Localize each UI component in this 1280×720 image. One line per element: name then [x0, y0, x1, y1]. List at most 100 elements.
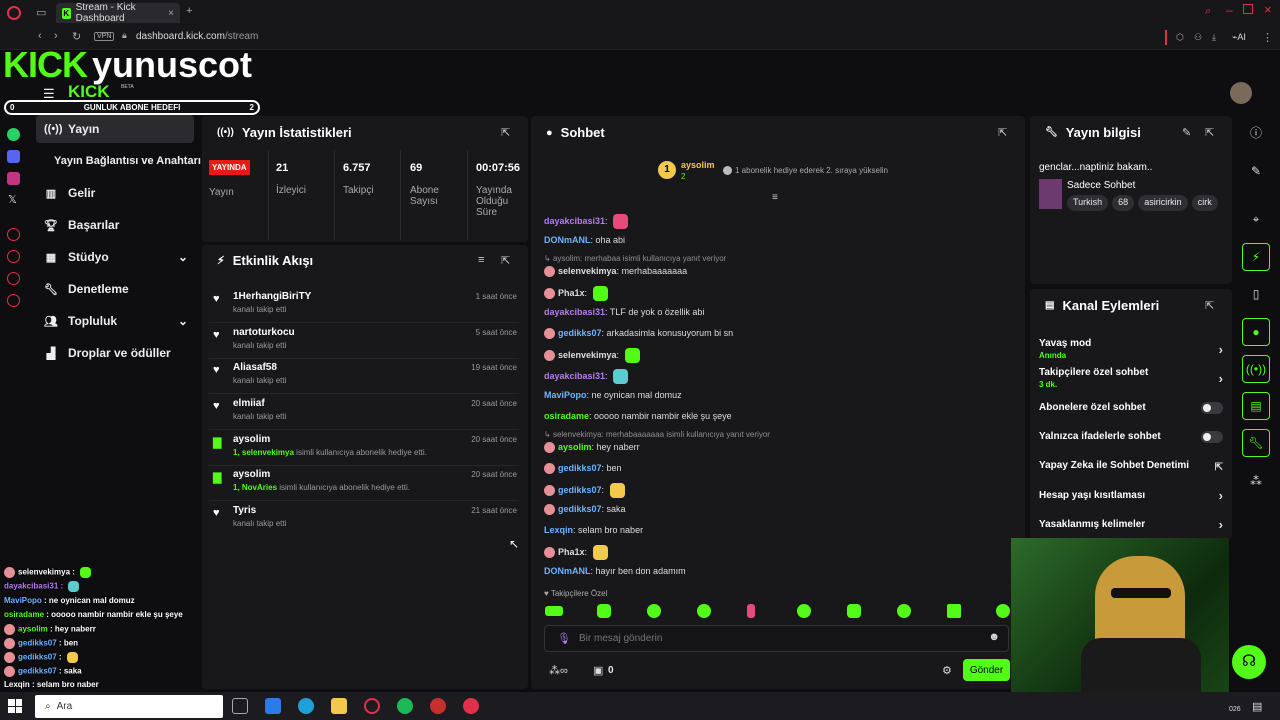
wrench-icon[interactable]: 🔧︎ [1242, 429, 1270, 457]
explorer-icon[interactable] [331, 698, 347, 714]
banned-words-row[interactable]: Yasaklanmış kelimeler › [1039, 517, 1229, 532]
chat-message[interactable]: dayakcibasi31: [544, 214, 629, 229]
chat-message[interactable]: dayakcibasi31: TLF de yok o özellik abi [544, 307, 704, 317]
ai-button[interactable]: ⌁AI [1232, 32, 1246, 43]
lock-icon[interactable]: 🔒︎ [122, 30, 127, 41]
edge-icon[interactable] [298, 698, 314, 714]
taskbar-search[interactable]: ⌕ Ara [35, 695, 223, 718]
close-tab-icon[interactable]: × [168, 8, 174, 19]
popout-icon[interactable]: ⇱ [1205, 299, 1214, 312]
emote-icon[interactable] [797, 604, 811, 618]
popout-icon[interactable]: ⇱ [501, 254, 510, 267]
sidebar-item-topluluk[interactable]: 👥︎ Topluluk ⌄ [36, 307, 194, 335]
category-thumbnail[interactable] [1039, 179, 1062, 209]
chat-message[interactable]: gedikks07: saka [544, 504, 626, 516]
new-tab-icon[interactable]: + [186, 5, 192, 17]
document-icon[interactable]: ▯ [1242, 280, 1270, 308]
chat-message[interactable]: gedikks07: [544, 483, 625, 498]
points-icon[interactable]: ⁂∞ [549, 664, 568, 677]
emote-icon[interactable] [996, 604, 1010, 618]
extension-icon[interactable]: ⬡ [1176, 32, 1184, 43]
x-icon[interactable]: 𝕏 [8, 193, 17, 206]
chat-message[interactable]: Lexqin: selam bro naber [544, 525, 643, 535]
broadcast-icon[interactable]: ((•)) [1242, 355, 1270, 383]
activity-row[interactable]: ♥ nartoturkocu kanalı takip etti 5 saat önc… [209, 323, 519, 359]
sidebar-item-gelir[interactable]: ▥ Gelir [36, 179, 194, 207]
emote-icon[interactable] [897, 604, 911, 618]
mic-icon[interactable]: 🎙︎ [557, 632, 571, 645]
menu-icon[interactable]: ⋮ [1262, 31, 1273, 44]
windows-start-icon[interactable] [8, 699, 22, 713]
emote-icon[interactable] [545, 606, 563, 616]
chat-message[interactable]: gedikks07: arkadasimla konusuyorum bi sn [544, 328, 733, 340]
top-gifter-name[interactable]: aysolim [681, 160, 715, 170]
discord-icon[interactable] [7, 150, 20, 163]
obs-icon[interactable] [463, 698, 479, 714]
spotify-icon[interactable] [397, 698, 413, 714]
settings-side-icon[interactable] [7, 294, 20, 307]
account-age-row[interactable]: Hesap yaşı kısıtlaması › [1039, 488, 1229, 503]
activity-row[interactable]: ♥ elmiiaf kanalı takip etti 20 saat önce [209, 394, 519, 430]
chat-message[interactable]: MaviPopo: ne oynican mal domuz [544, 390, 682, 400]
chat-message[interactable]: selenvekimya: merhabaaaaaaa [544, 266, 687, 278]
chat-message[interactable]: DONmANL: oha abi [544, 235, 625, 245]
emote-icon[interactable] [647, 604, 661, 618]
bolt-icon[interactable]: ⚡︎ [1242, 243, 1270, 271]
chat-message[interactable]: selenvekimya: [544, 348, 640, 363]
ai-moderation-row[interactable]: Yapay Zeka ile Sohbet Denetimi ⇱ [1039, 460, 1229, 473]
tag[interactable]: Turkish [1067, 195, 1109, 211]
chat-message[interactable]: Pha1x: [544, 545, 608, 560]
target-icon[interactable]: ⌖ [1242, 205, 1270, 233]
emote-icon[interactable] [947, 604, 961, 618]
headset-support-icon[interactable]: ☊ [1232, 645, 1266, 679]
opera-taskbar-icon[interactable] [364, 698, 380, 714]
reload-icon[interactable]: ↻ [72, 30, 81, 43]
actions-icon[interactable]: ▤ [1242, 392, 1270, 420]
activity-row[interactable]: ▇ aysolim 1, NovAries isimli kullanıcıya a… [209, 465, 519, 501]
tag[interactable]: cirk [1191, 195, 1218, 211]
notification-icon[interactable]: ▤ [1252, 700, 1262, 713]
pinned-toggle-icon[interactable]: ≡ [772, 192, 778, 203]
emote-icon[interactable] [847, 604, 861, 618]
info-icon[interactable]: ⓘ [1242, 118, 1270, 146]
forward-icon[interactable]: › [54, 30, 58, 42]
whatsapp-icon[interactable] [7, 128, 20, 141]
chat-input[interactable] [579, 630, 979, 647]
activity-row[interactable]: ♥ Aliasaf58 kanalı takip etti 19 saat önce [209, 358, 519, 394]
chat-settings-icon[interactable]: ⚙︎ [942, 664, 952, 677]
subs-only-toggle[interactable] [1201, 402, 1223, 414]
chat-message[interactable]: DONmANL: hayır ben don adamım [544, 566, 686, 576]
opera-side-icon[interactable] [7, 228, 20, 241]
emote-only-row[interactable]: Yalnızca ifadelerle sohbet [1039, 431, 1229, 443]
activity-row[interactable]: ♥ 1HerhangiBiriTY kanalı takip etti 1 saat … [209, 287, 519, 323]
emote-icon[interactable] [697, 604, 711, 618]
flow-icon[interactable] [7, 272, 20, 285]
sidebar-item-droplar[interactable]: ▟ Droplar ve ödüller [36, 339, 194, 367]
chat-icon[interactable]: ● [1242, 318, 1270, 346]
browser-tab[interactable]: K Stream - Kick Dashboard × [56, 2, 180, 24]
chat-message[interactable]: aysolim: hey naberr [544, 442, 640, 454]
slow-mode-row[interactable]: Yavaş mod Anında › [1039, 338, 1229, 360]
chat-message[interactable]: osiradame: ooooo nambir nambir ekle şu ş… [544, 411, 732, 421]
history-icon[interactable] [7, 250, 20, 263]
instagram-icon[interactable] [7, 172, 20, 185]
tag[interactable]: asiricirkin [1138, 195, 1188, 211]
emote-icon[interactable] [747, 604, 755, 618]
edit-icon[interactable]: ✎ [1182, 126, 1191, 139]
subs-only-row[interactable]: Abonelere özel sohbet [1039, 402, 1229, 414]
profile-icon[interactable]: ⚇ [1194, 32, 1202, 43]
filter-icon[interactable]: ≡ [478, 254, 484, 266]
emote-icon[interactable] [597, 604, 611, 618]
download-icon[interactable]: ⤓ [1212, 32, 1216, 43]
points-icon[interactable]: ⁂ [1242, 467, 1270, 495]
emote-only-toggle[interactable] [1201, 431, 1223, 443]
activity-row[interactable]: ♥ Tyris kanalı takip etti 21 saat önce [209, 501, 519, 537]
gift-box-icon[interactable]: ▣ [593, 664, 603, 677]
category-name[interactable]: Sadece Sohbet [1067, 180, 1135, 191]
chat-message[interactable]: dayakcibasi31: [544, 369, 629, 384]
sidebar-item-basarilar[interactable]: 🏆︎ Başarılar [36, 211, 194, 239]
search-icon[interactable]: ⌕ [1205, 5, 1211, 18]
sidebar-item-studyo[interactable]: ▦ Stüdyo ⌄ [36, 243, 194, 271]
popout-icon[interactable]: ⇱ [501, 126, 510, 139]
chat-message[interactable]: gedikks07: ben [544, 463, 622, 475]
